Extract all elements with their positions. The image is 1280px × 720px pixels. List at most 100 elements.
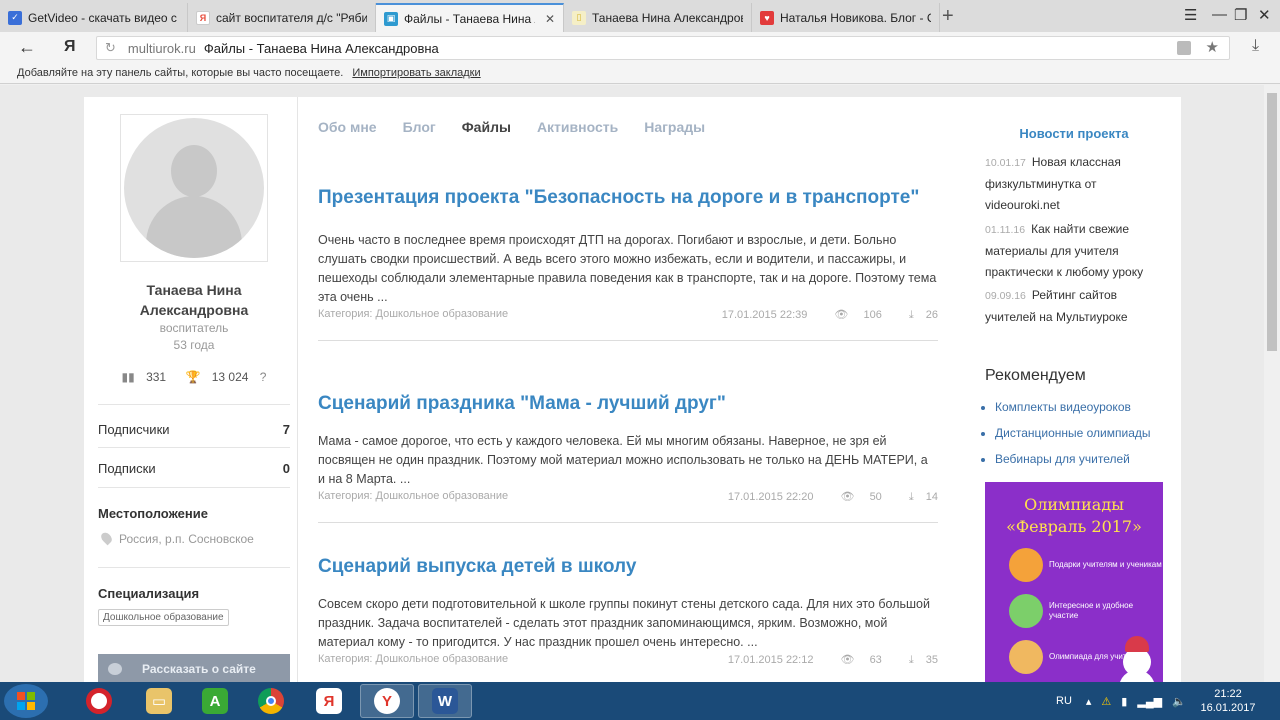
profile-name: Танаева Нина Александровна: [139, 282, 249, 318]
tab-files[interactable]: Файлы: [462, 119, 511, 135]
browser-menu-icon[interactable]: ☰: [1184, 6, 1197, 24]
tab-activity[interactable]: Активность: [537, 119, 618, 135]
volume-icon[interactable]: 🔈: [1172, 695, 1186, 708]
post-excerpt: Очень часто в последнее время происходят…: [318, 233, 937, 304]
lock-icon[interactable]: [1177, 41, 1191, 55]
tab-label: GetVideo - скачать видео с: [28, 10, 177, 25]
post-title-link[interactable]: Сценарий выпуска детей в школу: [318, 553, 938, 580]
eye-icon: 👁: [840, 654, 855, 666]
blog-icon: ♥: [760, 10, 774, 25]
specialization-tag[interactable]: Дошкольное образование: [98, 609, 229, 626]
location-pin-icon: [99, 530, 114, 546]
profile-age: 53 года: [173, 338, 215, 352]
network-icon[interactable]: ▮: [1121, 695, 1127, 708]
address-bar[interactable]: ↻ multiurok.ru Файлы - Танаева Нина Алек…: [96, 36, 1230, 60]
main-content: Обо мне Блог Файлы Активность Награды Пр…: [318, 97, 938, 682]
banner-item: Подарки учителям и ученикам: [1009, 548, 1162, 582]
subscribers-row[interactable]: Подписчики 7: [98, 422, 290, 437]
share-site-button[interactable]: Рассказать о сайте: [98, 654, 290, 682]
taskbar-explorer[interactable]: ▭: [132, 684, 186, 718]
yandex-home-button[interactable]: Я: [64, 38, 76, 56]
profile-card: Танаева Нина Александровна воспитатель 5…: [84, 97, 1181, 682]
post-divider: [318, 522, 938, 523]
post-downloads: 35: [925, 654, 938, 666]
right-sidebar: Новости проекта 10.01.17 Новая классная ф…: [985, 97, 1165, 682]
recommend-link[interactable]: Вебинары для учителей: [995, 446, 1151, 472]
minimize-icon[interactable]: —: [1212, 6, 1227, 23]
avatar: [120, 114, 268, 262]
windows-taskbar: ▭ A Я Y W RU ▴ ⚠ ▮ ▂▄▆ 🔈 21:22 16.01.201…: [0, 682, 1280, 720]
profile-role: воспитатель: [159, 321, 229, 335]
bookmarks-bar: Добавляйте на эту панель сайты, которые …: [0, 64, 1280, 84]
file-post: Сценарий праздника "Мама - лучший друг" …: [318, 390, 938, 523]
news-date: 10.01.17: [985, 157, 1026, 169]
divider: [98, 487, 290, 488]
reload-icon[interactable]: ↻: [105, 40, 116, 56]
news-heading[interactable]: Новости проекта: [985, 126, 1163, 141]
downloads-icon[interactable]: ⤓: [1252, 37, 1259, 55]
new-tab-button[interactable]: +: [942, 5, 954, 28]
browser-tab-getvideo[interactable]: ✓ GetVideo - скачать видео с: [0, 3, 188, 32]
help-icon[interactable]: ?: [260, 370, 267, 384]
post-category-link[interactable]: Категория: Дошкольное образование: [318, 653, 508, 667]
back-icon[interactable]: ←: [18, 37, 36, 58]
multiurok-icon: ▣: [384, 11, 398, 26]
banner-item-text: Интересное и удобное участие: [1049, 601, 1134, 620]
tab-label: Файлы - Танаева Нина А: [404, 11, 535, 26]
browser-tab-blog[interactable]: ♥ Наталья Новикова. Блог - С: [752, 3, 940, 32]
tray-arrow-icon[interactable]: ▴: [1086, 695, 1092, 708]
post-category-link[interactable]: Категория: Дошкольное образование: [318, 490, 508, 504]
browser-tab-strip: ✓ GetVideo - скачать видео с Я сайт восп…: [0, 0, 1280, 32]
warning-icon[interactable]: ⚠: [1101, 695, 1111, 708]
tab-blog[interactable]: Блог: [403, 119, 436, 135]
browser-tab-yandex-search[interactable]: Я сайт воспитателя д/с "Рябин: [188, 3, 376, 32]
recommend-link[interactable]: Дистанционные олимпиады: [995, 420, 1151, 446]
post-category-link[interactable]: Категория: Дошкольное образование: [318, 308, 508, 322]
taskbar-word[interactable]: W: [418, 684, 472, 718]
close-window-icon[interactable]: ✕: [1258, 6, 1271, 24]
subscriptions-row[interactable]: Подписки 0: [98, 461, 290, 476]
elf-icon: [1009, 594, 1043, 628]
location-row: Россия, р.п. Сосновское: [99, 530, 254, 546]
tab-about[interactable]: Обо мне: [318, 119, 377, 135]
page-viewport: Танаева Нина Александровна воспитатель 5…: [0, 85, 1264, 682]
tab-label: сайт воспитателя д/с "Рябин: [216, 10, 367, 25]
maximize-icon[interactable]: ❐: [1234, 6, 1247, 24]
recommend-link[interactable]: Комплекты видеоуроков: [995, 394, 1151, 420]
news-item[interactable]: 09.09.16 Рейтинг сайтов учителей на Мульт…: [985, 285, 1155, 328]
page-scrollbar[interactable]: [1264, 85, 1280, 682]
recommend-heading: Рекомендуем: [985, 367, 1086, 384]
bookmark-star-icon[interactable]: ★: [1206, 38, 1219, 56]
avatar-placeholder-icon: [124, 118, 264, 258]
rating-value: 331: [146, 370, 167, 384]
post-title-link[interactable]: Сценарий праздника "Мама - лучший друг": [318, 390, 938, 417]
taskbar-green-a[interactable]: A: [188, 684, 242, 718]
system-clock[interactable]: 21:22 16.01.2017: [1200, 687, 1256, 715]
taskbar-opera[interactable]: [72, 684, 126, 718]
news-item[interactable]: 01.11.16 Как найти свежие материалы для у…: [985, 219, 1155, 283]
post-title-link[interactable]: Презентация проекта "Безопасность на дор…: [318, 184, 938, 211]
browser-tab-multiurok-files[interactable]: ▣ Файлы - Танаева Нина А ✕: [376, 3, 564, 32]
post-excerpt: Совсем скоро дети подготовительной к шко…: [318, 597, 930, 649]
post-meta: Категория: Дошкольное образование 17.01.…: [318, 653, 938, 667]
close-tab-icon[interactable]: ✕: [545, 12, 555, 26]
start-button[interactable]: [4, 684, 48, 718]
language-indicator[interactable]: RU: [1056, 695, 1072, 707]
scrollbar-thumb[interactable]: [1267, 93, 1277, 351]
olympiad-banner[interactable]: Олимпиады «Февраль 2017» Подарки учителя…: [985, 482, 1163, 682]
news-item[interactable]: 10.01.17 Новая классная физкультминутка о…: [985, 152, 1155, 216]
eye-icon: 👁: [834, 309, 849, 321]
download-icon: ⤓: [908, 654, 914, 666]
gift-icon: [1009, 548, 1043, 582]
bookmarks-hint: Добавляйте на эту панель сайты, которые …: [17, 67, 344, 79]
signal-icon[interactable]: ▂▄▆: [1137, 695, 1162, 708]
tab-awards[interactable]: Награды: [644, 119, 705, 135]
location-heading: Местоположение: [98, 506, 208, 521]
import-bookmarks-link[interactable]: Импортировать закладки: [352, 67, 480, 79]
taskbar-yandex[interactable]: Y: [360, 684, 414, 718]
browser-tab-profile[interactable]: ▯ Танаева Нина Александров: [564, 3, 752, 32]
taskbar-yandex-browser[interactable]: Я: [302, 684, 356, 718]
clock-time: 21:22: [1214, 688, 1242, 700]
post-excerpt: Мама - самое дорогое, что есть у каждого…: [318, 434, 928, 486]
taskbar-chrome[interactable]: [244, 684, 298, 718]
